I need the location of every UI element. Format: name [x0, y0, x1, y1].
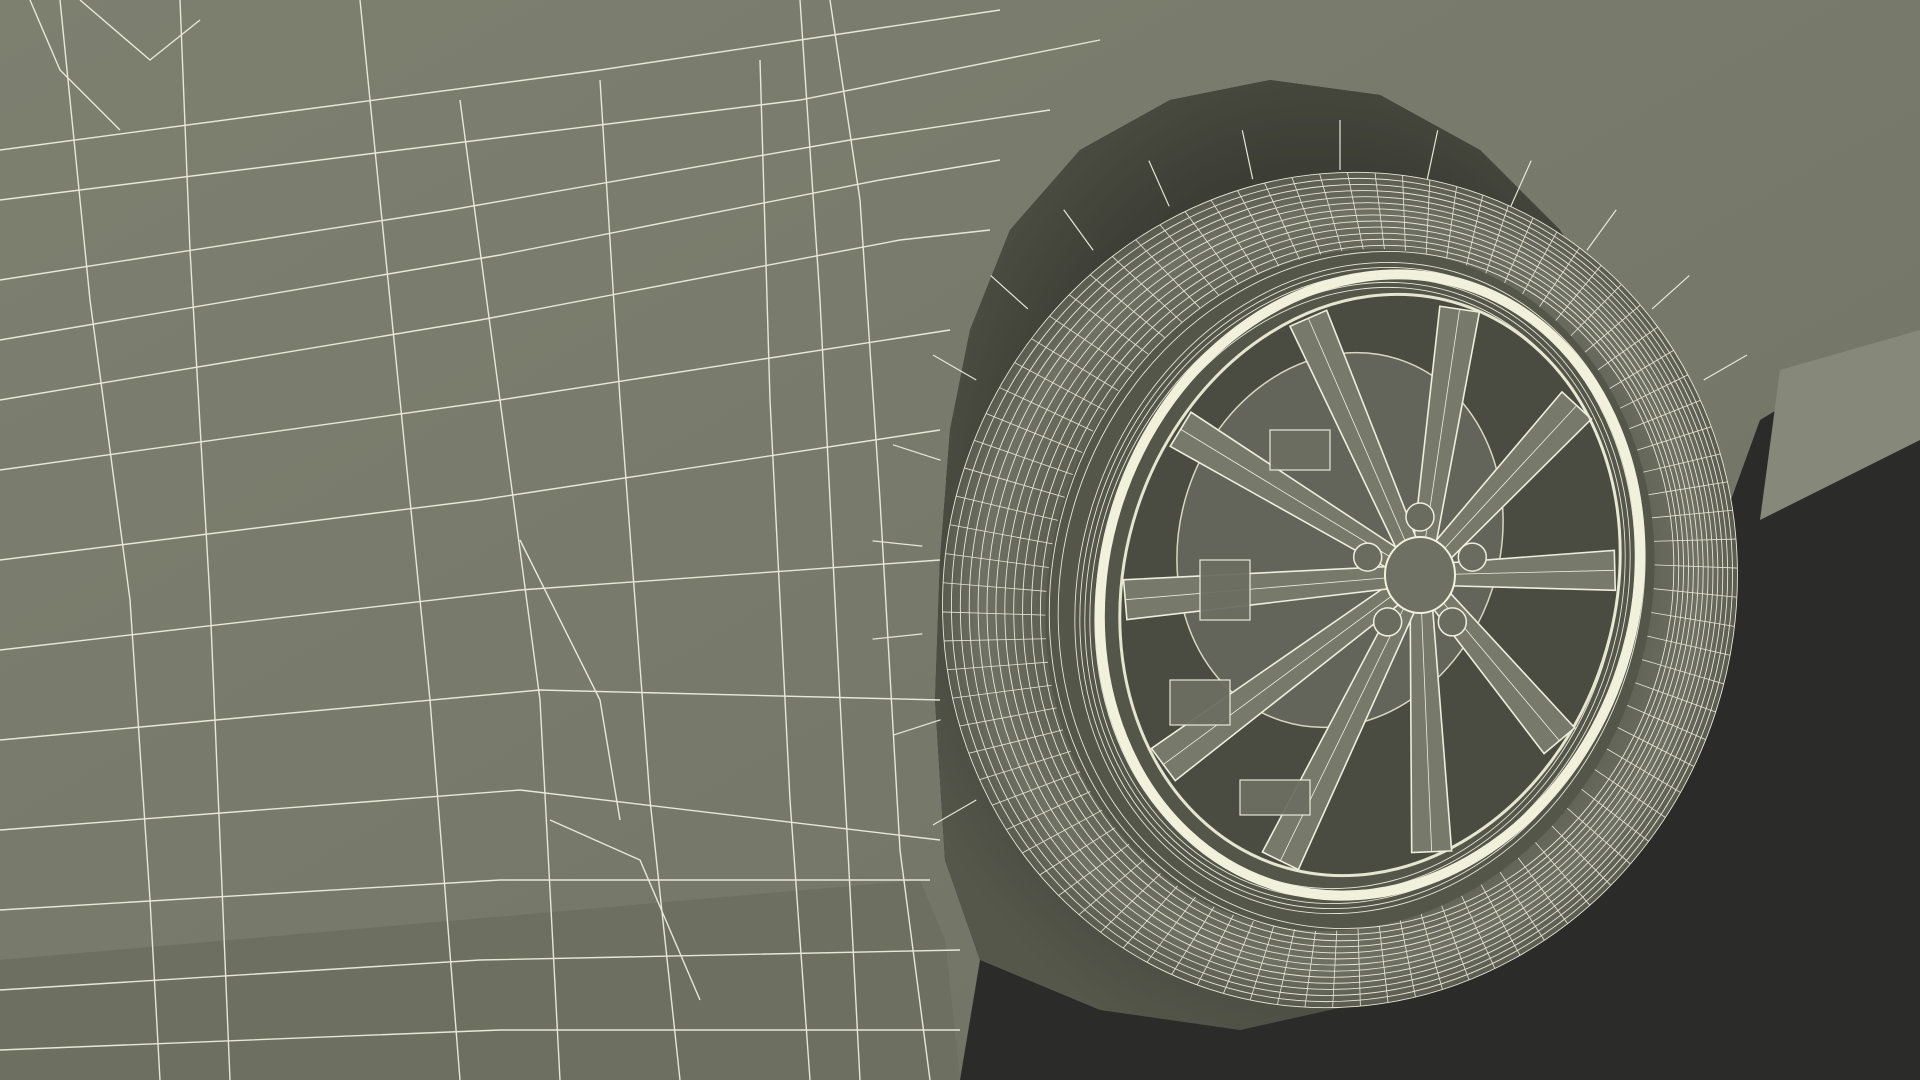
lug-nut	[1457, 542, 1488, 572]
center-cap	[1384, 536, 1456, 614]
brake-caliper-block	[1169, 679, 1231, 726]
wireframe-car-render	[0, 0, 1920, 1080]
lug-nut	[1405, 502, 1435, 532]
brake-caliper-block	[1199, 559, 1251, 621]
brake-caliper-block	[1269, 429, 1331, 471]
lug-nut	[1352, 542, 1383, 572]
lug-nut	[1437, 607, 1468, 637]
brake-caliper-block	[1239, 779, 1311, 816]
lug-nut	[1372, 607, 1403, 637]
